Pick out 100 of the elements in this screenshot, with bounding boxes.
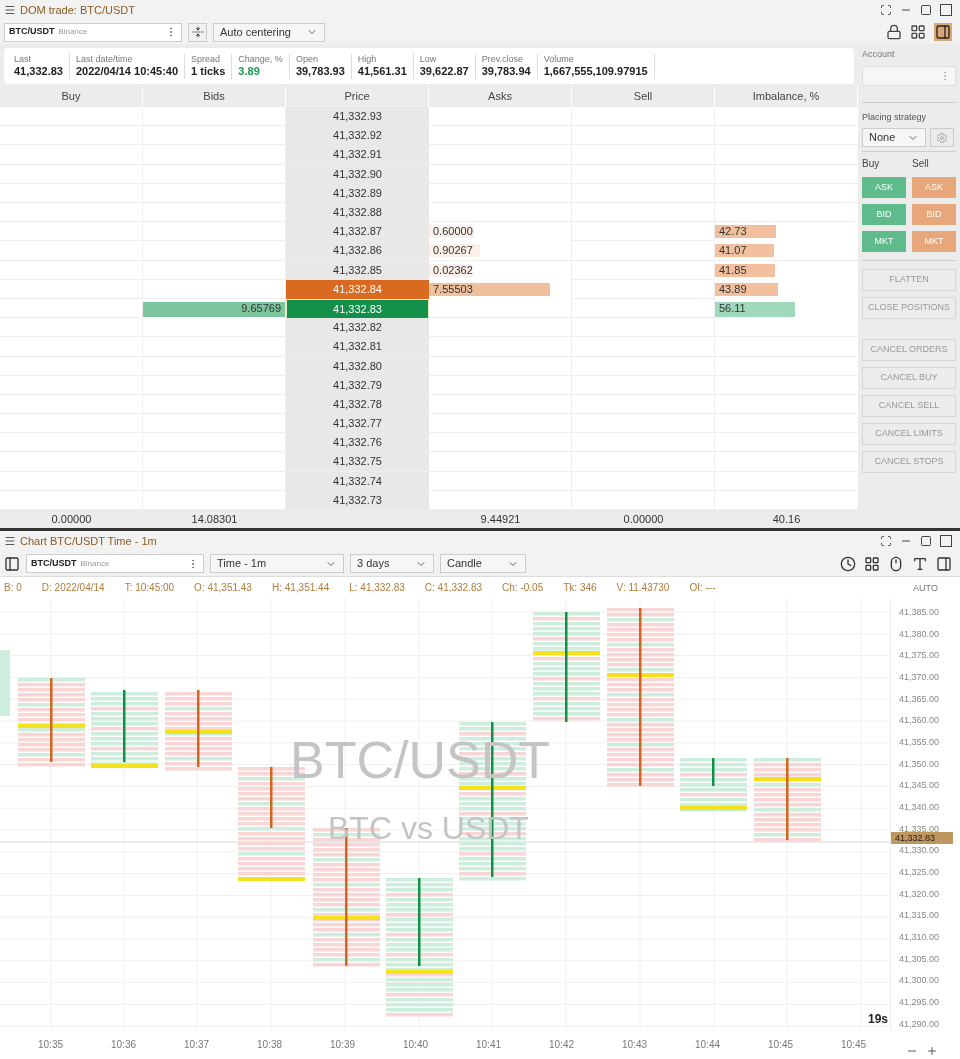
grid-icon[interactable] [864, 555, 880, 572]
menu-icon[interactable] [4, 535, 16, 547]
stat-value: 39,783.93 [295, 64, 345, 79]
price-axis-label: 41,360.00 [899, 714, 940, 727]
price-cell[interactable]: 41,332.77 [286, 414, 429, 434]
total-value: 14.08301 [190, 512, 239, 527]
volume-value: 7.55503 [432, 281, 474, 297]
panel-icon [935, 24, 951, 40]
centering-select[interactable]: Auto centering [213, 22, 325, 42]
stat-value: 39,622.87 [419, 64, 469, 79]
price-axis-label: 41,290.00 [899, 1017, 940, 1030]
volume-value: 41.85 [718, 262, 748, 278]
ohlc-info: Tk: 346 [563, 581, 597, 595]
chart-style-select[interactable]: Candle [440, 554, 526, 573]
price-axis-label: 41,340.00 [899, 801, 940, 814]
stat-value: 39,783.94 [481, 64, 531, 79]
fullscreen-icon[interactable] [880, 4, 892, 16]
price-axis-label: 41,365.00 [899, 692, 940, 705]
window-title: Chart BTC/USDT Time - 1m [20, 533, 157, 549]
window-title: DOM trade: BTC/USDT [20, 2, 135, 18]
lock-icon[interactable] [886, 24, 902, 40]
time-axis-label: 10:35 [37, 1038, 64, 1052]
time-axis-label: 10:38 [256, 1038, 283, 1052]
volume-value: 41.07 [718, 243, 748, 259]
fullscreen-icon[interactable] [880, 535, 892, 547]
price-cell[interactable]: 41,332.76 [286, 433, 429, 453]
stat-value: 41,561.31 [357, 64, 407, 79]
strategy-label: Placing strategy [862, 110, 928, 124]
zoom-in-icon[interactable] [926, 1044, 938, 1057]
settings-icon [936, 131, 948, 144]
price-badge: 41,332.83 [891, 832, 953, 844]
buy-label: Buy [862, 157, 881, 171]
price-cell[interactable]: 41,332.92 [286, 126, 429, 146]
price-cell[interactable]: 41,332.91 [286, 145, 429, 165]
symbol-field[interactable]: BTC/USDT Binance [4, 22, 182, 42]
total-value: 0.00000 [50, 512, 93, 527]
text-icon[interactable] [912, 555, 928, 572]
timeframe-select[interactable]: Time - 1m [210, 554, 344, 573]
ohlc-info: OI: --- [689, 581, 716, 595]
range-select[interactable]: 3 days [350, 554, 434, 573]
time-axis-label: 10:44 [694, 1038, 721, 1052]
price-axis-label: 41,295.00 [899, 996, 940, 1009]
price-axis-label: 41,350.00 [899, 757, 940, 770]
time-axis-label: 10:40 [402, 1038, 429, 1052]
strategy-select[interactable]: None [862, 128, 926, 147]
ohlc-info: O: 41,351.43 [194, 581, 252, 595]
timer: 19s [867, 1011, 888, 1028]
stat-label: High [357, 53, 378, 65]
price-axis-label: 41,370.00 [899, 671, 940, 683]
price-axis-label: 41,320.00 [899, 887, 940, 900]
total-value: 0.00000 [622, 512, 665, 527]
price-axis-label: 41,300.00 [899, 974, 940, 987]
time-axis-label: 10:41 [475, 1038, 502, 1052]
sidebar-toggle-icon[interactable] [4, 555, 20, 572]
time-axis-label: 10:39 [329, 1038, 356, 1052]
price-cell[interactable]: 41,332.81 [286, 337, 429, 357]
ohlc-info: Ch: -0.05 [502, 581, 544, 595]
price-axis-label: 41,315.00 [899, 909, 940, 922]
volume-value: 43.89 [718, 281, 748, 297]
time-axis-label: 10:45 [840, 1038, 867, 1052]
menu-icon[interactable] [4, 4, 16, 16]
maximize-icon[interactable] [920, 4, 932, 16]
symbol-field[interactable]: BTC/USDT Binance [26, 554, 204, 573]
price-axis-label: 41,305.00 [899, 952, 940, 965]
grid-icon[interactable] [910, 24, 926, 40]
price-cell[interactable]: 41,332.86 [286, 241, 429, 261]
maximize-icon[interactable] [920, 535, 932, 547]
total-value: 40.16 [771, 512, 802, 527]
ohlc-info: D: 2022/04/14 [41, 581, 105, 595]
sell-label: Sell [912, 157, 930, 171]
close-icon[interactable] [940, 4, 952, 16]
mouse-icon[interactable] [888, 555, 904, 572]
price-cell[interactable]: 41,332.82 [286, 318, 429, 338]
volume-value: 42.73 [718, 224, 748, 240]
account-label: Account [862, 48, 896, 61]
center-button[interactable] [188, 22, 207, 42]
time-axis-label: 10:36 [110, 1038, 137, 1052]
ohlc-info: T: 10:45:00 [124, 581, 175, 595]
price-axis-label: 41,325.00 [899, 866, 940, 879]
clock-icon[interactable] [840, 555, 856, 572]
volume-value: 0.90267 [432, 243, 474, 259]
total-value: 9.44921 [479, 512, 522, 527]
price-cell[interactable]: 41,332.93 [286, 107, 429, 127]
price-cell[interactable]: 41,332.87 [286, 222, 429, 242]
close-icon[interactable] [940, 535, 952, 547]
account-field[interactable] [862, 65, 956, 86]
time-axis-label: 10:43 [621, 1038, 648, 1052]
price-axis-label: 41,375.00 [899, 649, 940, 662]
price-cell[interactable]: 41,332.88 [286, 203, 429, 222]
stat-label: Prev.close [481, 53, 525, 65]
scale-mode[interactable]: AUTO [891, 582, 960, 596]
ohlc-info: H: 41,351.44 [271, 581, 330, 595]
price-axis-label: 41,355.00 [899, 736, 940, 749]
price-cell[interactable]: 41,332.75 [286, 452, 429, 472]
stat-label: Last date/time [75, 53, 134, 65]
price-axis-label: 41,385.00 [899, 606, 940, 618]
panel-toggle[interactable] [934, 23, 952, 41]
ohlc-info: V: 11.43730 [616, 581, 670, 595]
time-axis-label: 10:45 [767, 1038, 794, 1052]
panel-icon[interactable] [936, 555, 952, 572]
